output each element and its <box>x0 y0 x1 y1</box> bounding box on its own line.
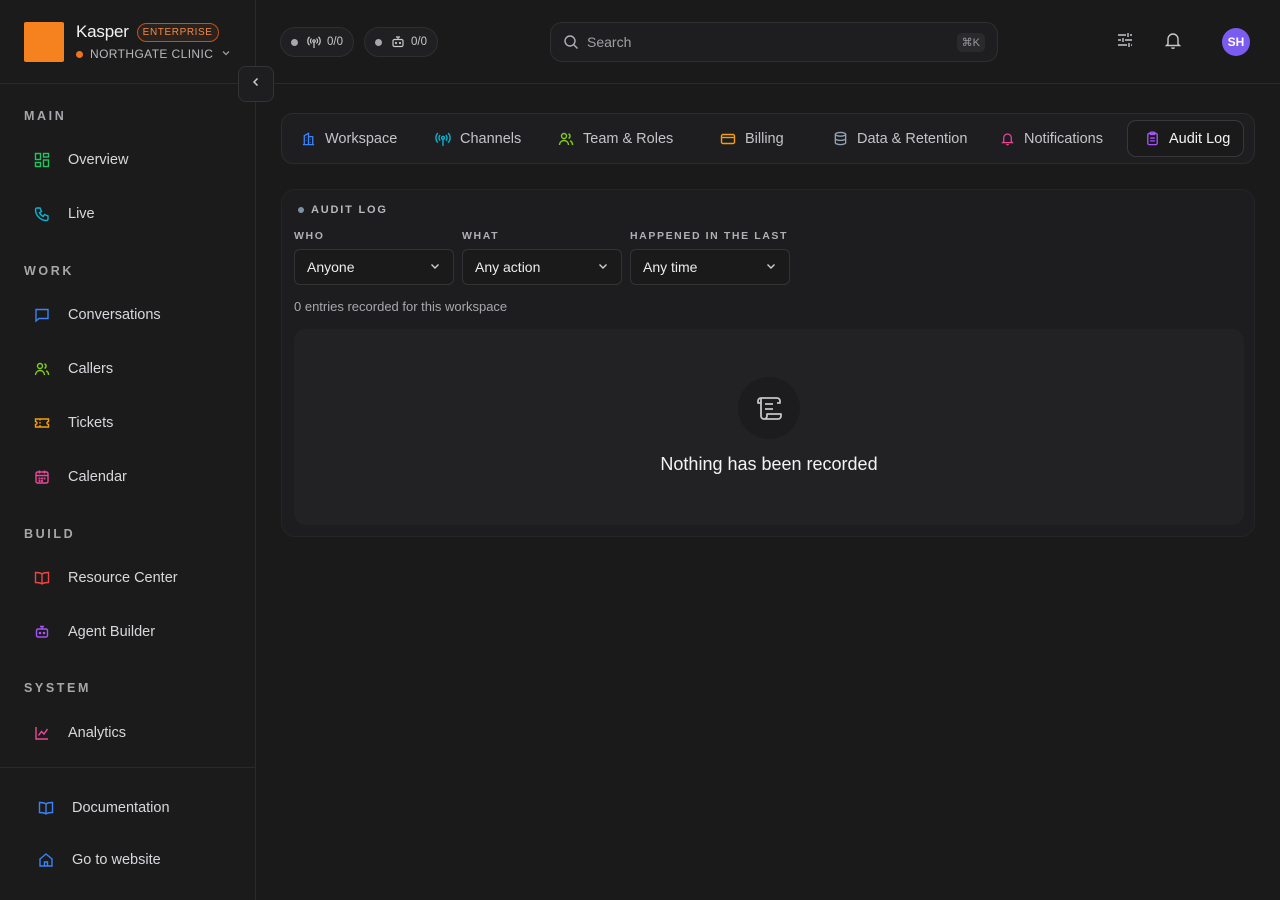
global-search[interactable]: ⌘K <box>550 22 998 62</box>
what-select[interactable]: Any action <box>462 249 622 285</box>
timeframe-select[interactable]: Any time <box>630 249 790 285</box>
empty-state: Nothing has been recorded <box>294 329 1244 525</box>
sidebar-item-conversations[interactable]: Conversations <box>24 295 232 335</box>
clipboard-icon <box>1145 131 1160 146</box>
bot-icon <box>391 35 405 49</box>
search-input[interactable] <box>587 34 957 50</box>
chevron-down-icon <box>429 259 441 275</box>
search-icon <box>563 34 579 50</box>
settings-tabs: Workspace Channels Team & Roles Billing … <box>281 113 1255 164</box>
ticket-icon <box>32 413 52 433</box>
sidebar-item-calendar[interactable]: Calendar <box>24 457 232 497</box>
chart-icon <box>32 723 52 743</box>
nav-section-work: WORK <box>24 264 74 278</box>
chevron-down-icon <box>765 259 777 275</box>
building-icon <box>301 131 316 146</box>
bot-icon <box>32 622 52 642</box>
sidebar-item-analytics[interactable]: Analytics <box>24 713 232 753</box>
filter-label-timeframe: HAPPENED IN THE LAST <box>630 230 789 242</box>
collapse-sidebar-button[interactable] <box>238 66 274 102</box>
nav-section-system: SYSTEM <box>24 681 91 695</box>
antenna-icon <box>307 35 321 49</box>
bell-icon <box>1000 131 1015 146</box>
tab-billing[interactable]: Billing <box>720 120 784 157</box>
chat-icon <box>32 305 52 325</box>
status-dot <box>375 38 382 46</box>
sidebar-item-resource-center[interactable]: Resource Center <box>24 558 232 598</box>
book-icon <box>36 798 56 818</box>
org-switcher[interactable]: NORTHGATE CLINIC <box>76 47 231 61</box>
nav-section-build: BUILD <box>24 527 76 541</box>
tab-workspace[interactable]: Workspace <box>301 120 397 157</box>
sidebar-item-agent-builder[interactable]: Agent Builder <box>24 612 232 652</box>
sidebar-item-live[interactable]: Live <box>24 194 232 234</box>
agents-status-pill[interactable]: 0/0 <box>364 27 438 57</box>
plan-badge: ENTERPRISE <box>136 22 219 42</box>
tab-notifications[interactable]: Notifications <box>1000 120 1103 157</box>
home-icon <box>36 850 56 870</box>
nav-section-main: MAIN <box>24 109 67 123</box>
sidebar-item-overview[interactable]: Overview <box>24 140 232 180</box>
org-name: NORTHGATE CLINIC <box>90 47 214 61</box>
tab-channels[interactable]: Channels <box>435 120 521 157</box>
channels-status-pill[interactable]: 0/0 <box>280 27 354 57</box>
search-shortcut: ⌘K <box>956 32 985 52</box>
brand-name: Kasper <box>76 22 129 41</box>
sidebar-item-callers[interactable]: Callers <box>24 349 232 389</box>
notifications-button[interactable] <box>1161 30 1185 54</box>
filter-label-what: WHAT <box>462 230 500 242</box>
entries-count: 0 entries recorded for this workspace <box>294 299 508 314</box>
panel-title: AUDIT LOG <box>298 204 388 216</box>
scroll-icon <box>738 377 800 439</box>
who-select[interactable]: Anyone <box>294 249 454 285</box>
filter-label-who: WHO <box>294 230 325 242</box>
sidebar-item-tickets[interactable]: Tickets <box>24 403 232 443</box>
calendar-icon <box>32 467 52 487</box>
bell-icon <box>1163 30 1183 55</box>
sliders-icon <box>1115 30 1135 55</box>
user-avatar[interactable]: SH <box>1222 28 1250 56</box>
empty-state-message: Nothing has been recorded <box>660 454 878 474</box>
sidebar-item-go-to-website[interactable]: Go to website <box>24 840 232 880</box>
filters-button[interactable] <box>1113 30 1137 54</box>
org-status-dot <box>76 50 83 58</box>
sidebar-footer: Documentation Go to website <box>0 767 256 900</box>
grid-icon <box>32 150 52 170</box>
audit-log-panel: AUDIT LOG WHO Anyone WHAT Any action HAP… <box>281 189 1255 537</box>
brand[interactable]: Kasper ENTERPRISE NORTHGATE CLINIC <box>24 22 231 62</box>
tab-data-retention[interactable]: Data & Retention <box>833 120 967 157</box>
sidebar: Kasper ENTERPRISE NORTHGATE CLINIC MAIN … <box>0 0 256 900</box>
sidebar-item-documentation[interactable]: Documentation <box>24 788 232 828</box>
chevron-down-icon <box>597 259 609 275</box>
users-icon <box>558 131 574 147</box>
card-icon <box>720 131 736 147</box>
book-icon <box>32 568 52 588</box>
status-dot <box>291 38 298 46</box>
tab-audit-log[interactable]: Audit Log <box>1127 120 1245 157</box>
chevron-down-icon <box>221 47 231 61</box>
antenna-icon <box>435 131 451 147</box>
database-icon <box>833 131 848 146</box>
phone-icon <box>32 204 52 224</box>
app-root: Kasper ENTERPRISE NORTHGATE CLINIC MAIN … <box>0 0 1280 900</box>
brand-logo <box>24 22 64 62</box>
tab-team-roles[interactable]: Team & Roles <box>558 120 673 157</box>
chevron-left-icon <box>250 75 262 93</box>
users-icon <box>32 359 52 379</box>
